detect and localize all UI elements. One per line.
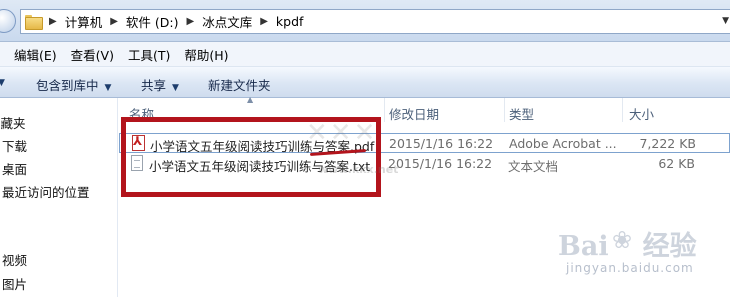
share-button[interactable]: 共享 ▼ bbox=[141, 75, 179, 94]
address-bar-strip: ▶ 计算机 ▶ 软件 (D:) ▶ 冰点文库 ▶ kpdf ▼ bbox=[0, 0, 730, 42]
menu-tools[interactable]: 工具(T) bbox=[128, 45, 170, 64]
include-in-library-label: 包含到库中 bbox=[36, 78, 99, 93]
file-modified: 2015/1/16 16:22 bbox=[388, 156, 493, 171]
paw-icon: ❀ bbox=[612, 226, 633, 254]
column-header-type[interactable]: 类型 bbox=[505, 98, 623, 122]
back-button[interactable] bbox=[0, 9, 16, 33]
command-bar: ▼ 包含到库中 ▼ 共享 ▼ 新建文件夹 bbox=[0, 67, 730, 98]
file-modified: 2015/1/16 16:22 bbox=[389, 136, 494, 151]
chevron-right-icon[interactable]: ▶ bbox=[187, 16, 195, 27]
file-type: Adobe Acrobat ... bbox=[509, 136, 617, 151]
file-size: 62 KB bbox=[658, 156, 695, 171]
baidu-watermark-url: jingyan.baidu.com bbox=[566, 261, 694, 275]
column-header-size[interactable]: 大小 bbox=[623, 98, 723, 122]
site-watermark-logo: ✕✕✕ bbox=[306, 118, 378, 148]
breadcrumb-drive-d[interactable]: 软件 (D:) bbox=[126, 12, 179, 31]
caret-down-icon[interactable]: ▼ bbox=[0, 78, 5, 88]
caret-down-icon: ▼ bbox=[104, 83, 112, 93]
navigation-pane: 收藏夹 下载 桌面 最近访问的位置 库 视频 图片 bbox=[0, 98, 118, 297]
nav-videos[interactable]: 视频 bbox=[2, 250, 27, 269]
column-header-modified[interactable]: 修改日期 bbox=[385, 98, 505, 122]
nav-libraries[interactable]: 库 bbox=[0, 226, 1, 245]
new-folder-button[interactable]: 新建文件夹 bbox=[208, 75, 271, 94]
site-watermark-url: www.kkx.net bbox=[318, 163, 399, 176]
menu-view[interactable]: 查看(V) bbox=[71, 45, 114, 64]
include-in-library-button[interactable]: 包含到库中 ▼ bbox=[36, 75, 111, 94]
caret-down-icon: ▼ bbox=[172, 83, 179, 93]
menu-help[interactable]: 帮助(H) bbox=[184, 45, 228, 64]
nav-desktop[interactable]: 桌面 bbox=[2, 159, 27, 178]
breadcrumb-kpdf[interactable]: kpdf bbox=[276, 14, 304, 29]
address-bar[interactable]: ▶ 计算机 ▶ 软件 (D:) ▶ 冰点文库 ▶ kpdf ▼ bbox=[20, 9, 730, 34]
nav-downloads[interactable]: 下载 bbox=[2, 136, 27, 155]
nav-recent-places[interactable]: 最近访问的位置 bbox=[2, 182, 90, 201]
chevron-right-icon[interactable]: ▶ bbox=[260, 16, 268, 27]
menu-bar: 编辑(E) 查看(V) 工具(T) 帮助(H) bbox=[0, 42, 730, 67]
chevron-down-icon[interactable]: ▼ bbox=[722, 16, 729, 26]
share-label: 共享 bbox=[141, 78, 167, 93]
chevron-right-icon[interactable]: ▶ bbox=[110, 16, 118, 27]
file-size: 7,222 KB bbox=[639, 136, 696, 151]
nav-pictures[interactable]: 图片 bbox=[2, 274, 27, 293]
nav-favorites[interactable]: 收藏夹 bbox=[0, 113, 26, 132]
column-modified-label: 修改日期 bbox=[389, 107, 440, 122]
menu-edit[interactable]: 编辑(E) bbox=[14, 45, 57, 64]
column-type-label: 类型 bbox=[509, 107, 535, 122]
baidu-watermark-text2: 经验 bbox=[642, 231, 697, 262]
chevron-right-icon[interactable]: ▶ bbox=[49, 16, 57, 27]
folder-icon bbox=[25, 15, 43, 30]
column-size-label: 大小 bbox=[629, 107, 655, 122]
breadcrumb-bingdian[interactable]: 冰点文库 bbox=[202, 12, 252, 31]
breadcrumb-computer[interactable]: 计算机 bbox=[65, 12, 103, 31]
file-type: 文本文档 bbox=[508, 159, 559, 174]
baidu-watermark-text: Bai bbox=[558, 231, 609, 262]
